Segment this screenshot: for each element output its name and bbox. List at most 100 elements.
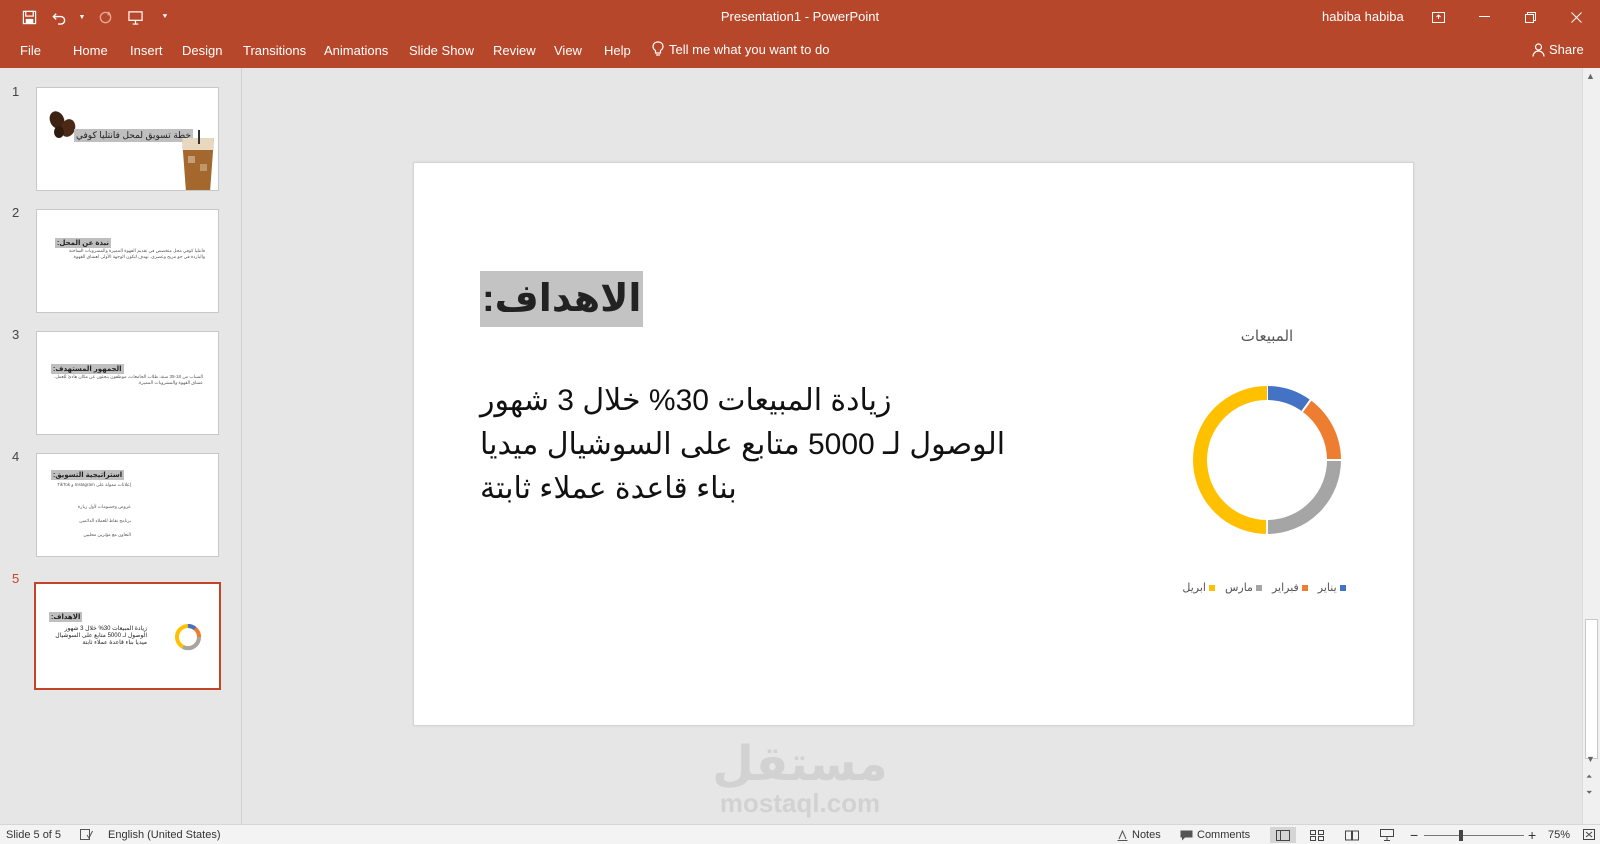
slide-thumbnail-4[interactable]: استراتيجية التسويق: إعلانات ممولة على In… xyxy=(36,453,219,557)
tab-view[interactable]: View xyxy=(554,43,582,58)
thumbnail-number: 4 xyxy=(12,449,20,464)
thumbnail-bullet: عروض وخصومات لأول زيارة xyxy=(77,504,131,509)
slide-thumbnail-pane: 1 خطة تسويق لمحل فانتليا كوفي 2 نبذة عن … xyxy=(0,68,242,824)
restore-icon[interactable] xyxy=(1507,4,1553,30)
tab-animations[interactable]: Animations xyxy=(324,43,388,58)
normal-view-icon[interactable] xyxy=(1270,827,1296,843)
slide-canvas[interactable]: الاهداف: زيادة المبيعات 30% خلال 3 شهور … xyxy=(413,162,1414,726)
thumbnail-bullet: التعاون مع مؤثرين محليين xyxy=(83,532,131,537)
slide-title[interactable]: الاهداف: xyxy=(480,271,644,327)
thumbnail-number: 1 xyxy=(12,84,20,99)
thumbnail-title: الاهداف: xyxy=(49,612,83,622)
zoom-slider[interactable] xyxy=(1424,835,1524,836)
zoom-level[interactable]: 75% xyxy=(1548,829,1570,841)
spell-check-icon[interactable] xyxy=(80,829,93,840)
tab-design[interactable]: Design xyxy=(182,43,222,58)
thumbnail-text: الشباب من 18-35 سنة، طلاب الجامعات، موظف… xyxy=(54,374,203,385)
tab-insert[interactable]: Insert xyxy=(130,43,163,58)
slide-sorter-icon[interactable] xyxy=(1304,827,1330,843)
slide-bullet-1[interactable]: زيادة المبيعات 30% خلال 3 شهور xyxy=(480,379,891,423)
legend-swatch xyxy=(1301,584,1308,591)
scroll-down-icon[interactable]: ▼ xyxy=(1586,754,1595,764)
lightbulb-icon xyxy=(652,41,664,56)
watermark-latin: mostaql.com xyxy=(719,788,881,818)
slide-counter: Slide 5 of 5 xyxy=(6,829,62,841)
person-icon xyxy=(1532,42,1545,57)
legend-item[interactable]: فبراير xyxy=(1272,581,1308,594)
window-controls xyxy=(1415,4,1599,30)
zoom-out-button[interactable]: − xyxy=(1410,827,1418,843)
user-name[interactable]: habiba habiba xyxy=(1322,9,1404,24)
thumbnail-title: خطة تسويق لمحل فانتليا كوفي xyxy=(74,129,193,142)
zoom-in-button[interactable]: + xyxy=(1528,827,1536,843)
comment-icon xyxy=(1180,830,1193,840)
vertical-scrollbar[interactable]: ▲ ▼ ⏶ ⏷ xyxy=(1582,68,1600,824)
slide-thumbnail-2[interactable]: نبذة عن المحل: فانتليا كوفي محل متخصص في… xyxy=(36,209,219,313)
slide-bullet-2[interactable]: الوصول لـ 5000 متابع على السوشيال ميديا xyxy=(480,423,1005,467)
legend-item[interactable]: يناير xyxy=(1318,581,1346,594)
thumbnail-bullet: برنامج نقاط للعملاء الدائمين xyxy=(79,518,131,523)
donut-slice-4[interactable] xyxy=(1193,386,1268,534)
tab-review[interactable]: Review xyxy=(493,43,536,58)
thumbnail-donut-chart xyxy=(175,623,202,651)
close-icon[interactable] xyxy=(1553,4,1599,30)
tab-transitions[interactable]: Transitions xyxy=(243,43,306,58)
thumbnail-number: 5 xyxy=(12,571,20,586)
share-button[interactable]: Share xyxy=(1532,42,1584,57)
legend-label: يناير xyxy=(1317,582,1337,594)
donut-slice-2[interactable] xyxy=(1302,400,1341,461)
tab-help[interactable]: Help xyxy=(604,43,631,58)
notes-icon xyxy=(1117,829,1128,841)
legend-label: مارس xyxy=(1224,582,1253,594)
thumbnail-bullet: إعلانات ممولة على Instagram و TikTok xyxy=(57,482,131,487)
fit-slide-icon[interactable] xyxy=(1583,829,1595,840)
tab-slide-show[interactable]: Slide Show xyxy=(409,43,474,58)
language-indicator[interactable]: English (United States) xyxy=(108,829,221,841)
previous-slide-icon[interactable]: ⏶ xyxy=(1586,772,1592,782)
slide-show-icon[interactable] xyxy=(1374,827,1400,843)
legend-swatch xyxy=(1208,584,1215,591)
thumbnail-number: 2 xyxy=(12,205,20,220)
share-label: Share xyxy=(1549,42,1584,57)
tab-home[interactable]: Home xyxy=(73,43,108,58)
comments-button[interactable]: Comments xyxy=(1180,829,1250,841)
comments-label: Comments xyxy=(1197,829,1251,841)
slide-thumbnail-1[interactable]: خطة تسويق لمحل فانتليا كوفي xyxy=(36,87,219,191)
notes-label: Notes xyxy=(1132,829,1161,841)
watermark: مستقل mostaql.com xyxy=(690,738,910,818)
legend-swatch xyxy=(1339,584,1346,591)
chart-title[interactable]: المبيعات xyxy=(1227,327,1307,345)
donut-slice-3[interactable] xyxy=(1266,459,1341,534)
tell-me-search[interactable]: Tell me what you want to do xyxy=(652,41,829,57)
legend-label: ابريل xyxy=(1182,582,1206,594)
donut-slice-1[interactable] xyxy=(1266,386,1311,412)
zoom-slider-handle[interactable] xyxy=(1459,830,1463,841)
thumbnail-title: الجمهور المستهدف: xyxy=(51,364,124,374)
watermark-arabic: مستقل xyxy=(712,738,888,791)
legend-item[interactable]: مارس xyxy=(1225,581,1262,594)
ribbon-tabs: File Home Insert Design Transitions Anim… xyxy=(0,34,1600,68)
next-slide-icon[interactable]: ⏷ xyxy=(1586,788,1592,798)
donut-chart[interactable] xyxy=(1182,375,1352,545)
chart-legend[interactable]: يناير فبراير مارس ابريل xyxy=(1174,581,1354,594)
thumbnail-text: زيادة المبيعات 30% خلال 3 شهور الوصول لـ… xyxy=(55,626,147,646)
legend-swatch xyxy=(1255,584,1262,591)
ribbon-display-options-icon[interactable] xyxy=(1415,4,1461,30)
iced-coffee-image xyxy=(182,130,214,190)
legend-item[interactable]: ابريل xyxy=(1182,581,1215,594)
scrollbar-thumb[interactable] xyxy=(1585,619,1598,759)
reading-view-icon[interactable] xyxy=(1339,827,1365,843)
thumbnail-title: استراتيجية التسويق: xyxy=(51,470,125,480)
notes-button[interactable]: Notes xyxy=(1117,829,1161,841)
minimize-icon[interactable] xyxy=(1461,4,1507,30)
slide-thumbnail-3[interactable]: الجمهور المستهدف: الشباب من 18-35 سنة، ط… xyxy=(36,331,219,435)
slide-thumbnail-5[interactable]: الاهداف: زيادة المبيعات 30% خلال 3 شهور … xyxy=(34,582,221,690)
slide-bullet-3[interactable]: بناء قاعدة عملاء ثابتة xyxy=(480,467,737,511)
scroll-up-icon[interactable]: ▲ xyxy=(1586,71,1595,81)
tell-me-label: Tell me what you want to do xyxy=(669,41,830,57)
title-bar: ▼ ⯆ Presentation1 - PowerPoint habiba ha… xyxy=(0,0,1600,34)
tab-file[interactable]: File xyxy=(20,43,41,58)
thumbnail-text: فانتليا كوفي محل متخصص في تقديم القهوة ا… xyxy=(69,248,205,259)
legend-label: فبراير xyxy=(1271,582,1299,594)
thumbnail-title: نبذة عن المحل: xyxy=(55,238,111,248)
